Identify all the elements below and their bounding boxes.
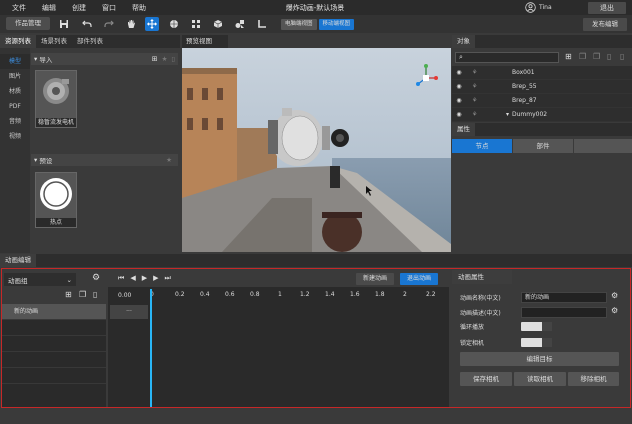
preset-section-header[interactable]: ▾ 预设 ★ — [31, 154, 178, 166]
undo-icon[interactable] — [80, 17, 94, 31]
menu-edit[interactable]: 编辑 — [34, 3, 64, 13]
window-title: 爆炸动画-默认场景 — [285, 4, 345, 12]
star-icon[interactable]: ★ — [162, 55, 168, 63]
add-icon[interactable]: ⊞ — [152, 55, 158, 63]
attributes-tab-bar: 属性 — [452, 123, 632, 136]
category-audio[interactable]: 音频 — [0, 114, 30, 129]
model-name: 稳暂流发电机 — [36, 118, 76, 127]
preview-viewport[interactable] — [182, 48, 451, 252]
copy-icon[interactable]: ❐ — [579, 52, 586, 61]
import-label: 导入 — [39, 56, 53, 64]
category-video[interactable]: 视频 — [0, 129, 30, 144]
link-icon: ⚘ — [472, 97, 478, 104]
eye-icon[interactable]: ◉ — [452, 111, 466, 118]
object-row[interactable]: ◉ ⚘ ▾ Dummy002 — [452, 108, 632, 122]
manage-works-button[interactable]: 作品管理 — [6, 17, 50, 30]
subtab-part[interactable]: 部件 — [513, 139, 573, 153]
objects-toolbar: ⌕ ⊞ ❐ ❐ ▯ ▯ — [452, 50, 632, 64]
trash-icon[interactable]: ▯ — [620, 52, 624, 61]
scale-icon[interactable] — [189, 17, 203, 31]
cube-icon[interactable] — [211, 17, 225, 31]
exit-button[interactable]: 退出 — [588, 2, 626, 14]
link-icon: ⚘ — [472, 111, 478, 118]
user-name: Tina — [539, 4, 552, 11]
rotate-icon[interactable] — [167, 17, 181, 31]
hotspot-name: 热点 — [36, 218, 76, 227]
object-name: Box001 — [512, 69, 535, 76]
object-row[interactable]: ◉ ⚘ Brep_87 — [452, 94, 632, 108]
hand-icon[interactable] — [124, 17, 138, 31]
object-row[interactable]: ◉ ⚘ Brep_55 — [452, 80, 632, 94]
object-name: Brep_55 — [512, 83, 537, 90]
menu-window[interactable]: 窗口 — [94, 3, 124, 13]
objects-tab-bar: 对象 — [452, 35, 632, 48]
alternator-thumbnail-icon — [43, 78, 69, 104]
user-icon — [525, 2, 536, 13]
tab-scene-list[interactable]: 场景列表 — [36, 35, 72, 48]
search-input[interactable]: ⌕ — [455, 52, 559, 63]
user-menu[interactable]: Tina — [525, 2, 552, 13]
link-icon: ⚘ — [472, 83, 478, 90]
category-model[interactable]: 模型 — [0, 54, 30, 69]
eye-icon[interactable]: ◉ — [452, 69, 466, 76]
tab-objects[interactable]: 对象 — [452, 35, 475, 48]
subtab-node[interactable]: 节点 — [452, 139, 512, 153]
object-name: Dummy002 — [512, 111, 548, 118]
paste-icon[interactable]: ❐ — [593, 52, 600, 61]
category-material[interactable]: 材质 — [0, 84, 30, 99]
tab-attributes[interactable]: 属性 — [452, 123, 475, 136]
category-list: 模型 图片 材质 PDF 音频 视频 — [0, 48, 30, 253]
eye-icon[interactable]: ◉ — [452, 97, 466, 104]
pc-view-button[interactable]: 电脑端视图 — [281, 19, 317, 30]
measure-icon[interactable] — [255, 17, 269, 31]
redo-icon[interactable] — [102, 17, 116, 31]
move-icon[interactable] — [145, 17, 159, 31]
menu-create[interactable]: 创建 — [64, 3, 94, 13]
save-icon[interactable] — [57, 17, 71, 31]
subtab-extra[interactable] — [574, 139, 632, 153]
publish-edit-button[interactable]: 发布编辑 — [583, 18, 627, 31]
search-icon: ⌕ — [459, 53, 463, 61]
hotspot-thumbnail[interactable]: 热点 — [35, 172, 77, 228]
scene-render — [182, 48, 451, 252]
mobile-view-button[interactable]: 移动端视图 — [318, 19, 355, 30]
resource-tabs: 资源列表 场景列表 部件列表 — [0, 35, 180, 48]
object-name: Brep_87 — [512, 97, 537, 104]
hotspot-icon — [40, 178, 72, 210]
tab-preview[interactable]: 预览视图 — [182, 35, 228, 48]
link-icon: ⚘ — [472, 69, 478, 76]
object-row[interactable]: ◉ ⚘ Box001 — [452, 66, 632, 80]
model-thumbnail[interactable]: 稳暂流发电机 — [35, 70, 77, 128]
add-object-icon[interactable]: ⊞ — [565, 52, 572, 61]
anim-editor-highlight — [1, 268, 631, 408]
delete-icon[interactable]: ▯ — [171, 55, 175, 63]
group-icon[interactable] — [233, 17, 247, 31]
star-icon[interactable]: ★ — [166, 156, 172, 164]
import-section-header[interactable]: ▾ 导入 ⊞ ★ ▯ — [31, 53, 178, 65]
category-image[interactable]: 图片 — [0, 69, 30, 84]
eye-icon[interactable]: ◉ — [452, 83, 466, 90]
object-list: ◉ ⚘ Box001 ◉ ⚘ Brep_55 ◉ ⚘ Brep_87 ◉ ⚘ ▾ Dummy002 — [452, 66, 632, 122]
delete-object-icon[interactable]: ▯ — [607, 52, 611, 61]
tab-anim-edit[interactable]: 动画编辑 — [0, 254, 36, 267]
anim-tab-bar: 动画编辑 — [0, 254, 632, 267]
tab-resource-list[interactable]: 资源列表 — [0, 35, 36, 48]
view-switch: 电脑端视图 移动端视图 — [281, 19, 355, 30]
preset-label: 预设 — [39, 157, 53, 165]
menu-help[interactable]: 帮助 — [124, 3, 154, 13]
menu-file[interactable]: 文件 — [4, 3, 34, 13]
tab-part-list[interactable]: 部件列表 — [72, 35, 108, 48]
category-pdf[interactable]: PDF — [0, 99, 30, 114]
attribute-subtabs: 节点 部件 — [452, 139, 632, 153]
